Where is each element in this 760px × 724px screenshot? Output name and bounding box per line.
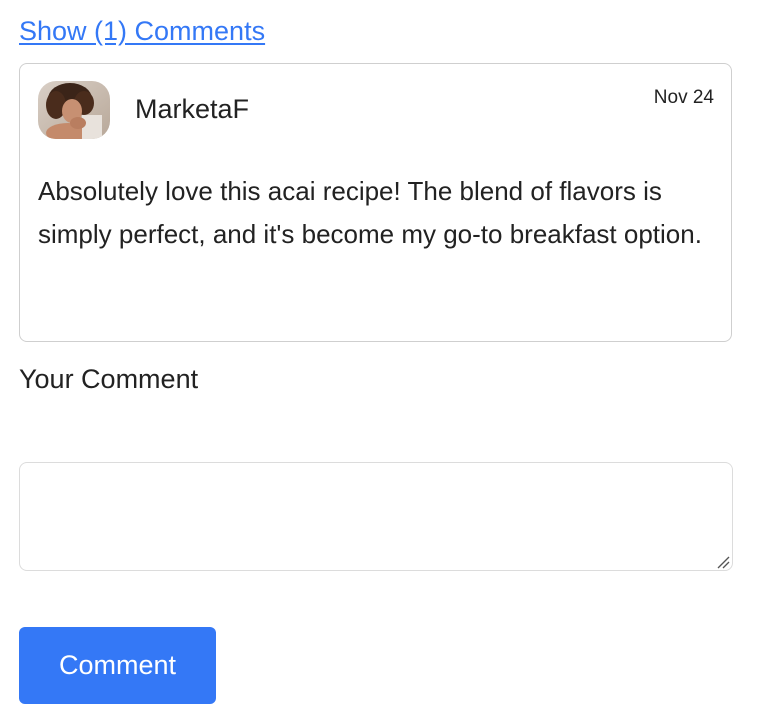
comment-date: Nov 24 — [653, 87, 714, 108]
comment-text: Absolutely love this acai recipe! The bl… — [38, 176, 702, 249]
avatar-photo — [38, 81, 110, 139]
comment-author: MarketaF — [135, 94, 250, 124]
resize-handle-icon[interactable] — [716, 555, 730, 569]
your-comment-label: Your Comment — [19, 364, 199, 394]
show-comments-link[interactable]: Show (1) Comments — [19, 14, 265, 48]
comment-submit-button[interactable]: Comment — [19, 627, 216, 704]
comment-textarea[interactable] — [19, 462, 733, 571]
avatar — [38, 81, 110, 139]
comment-card: MarketaF Nov 24 Absolutely love this aca… — [19, 63, 732, 342]
